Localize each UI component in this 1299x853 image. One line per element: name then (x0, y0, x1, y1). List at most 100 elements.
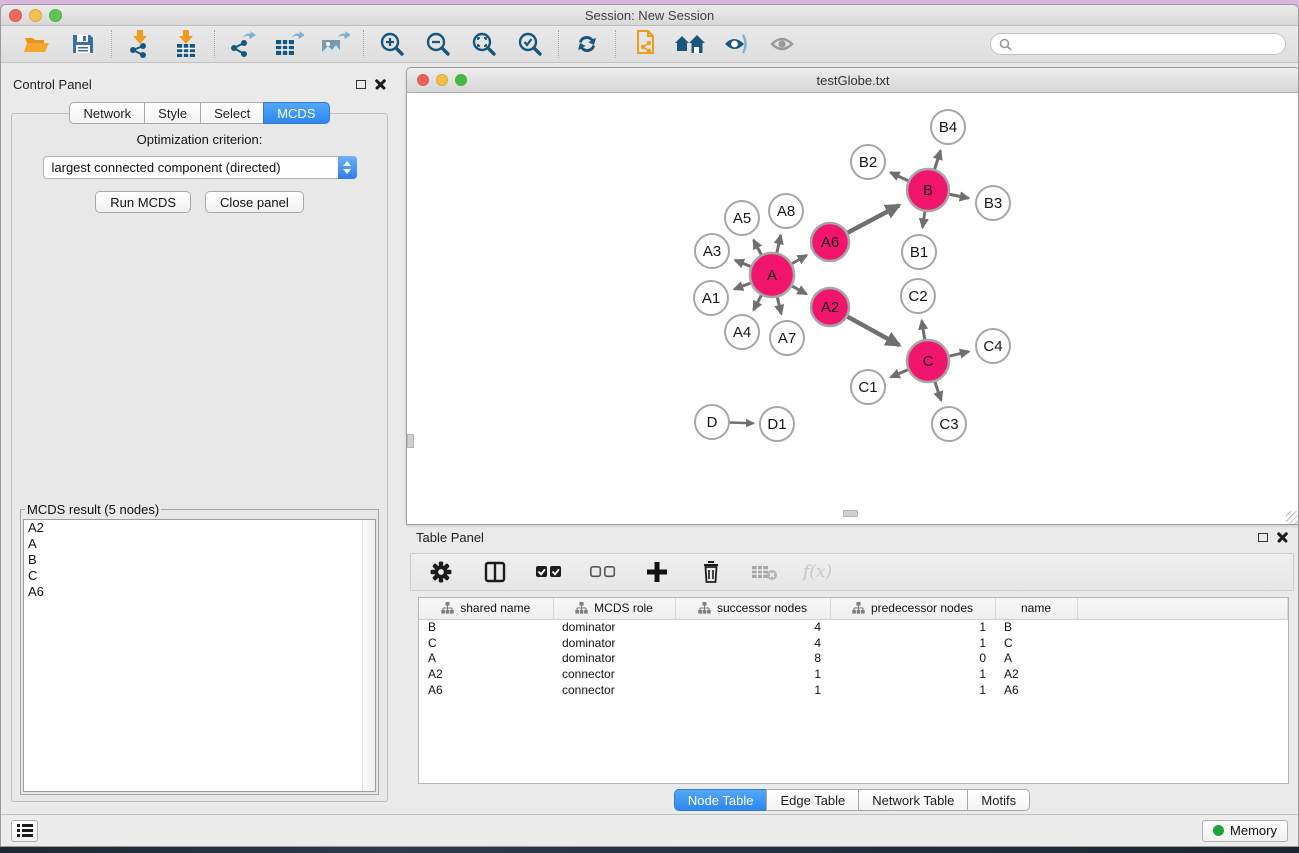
list-scrollbar[interactable] (362, 520, 375, 791)
search-input[interactable] (1017, 37, 1277, 51)
tab-select[interactable]: Select (200, 102, 264, 124)
table-cell[interactable]: C (995, 635, 1077, 651)
add-column-icon[interactable] (641, 557, 673, 587)
table-cell[interactable]: B (995, 619, 1077, 635)
graph-edge-A6-B[interactable] (847, 205, 899, 233)
table-cell[interactable]: A6 (419, 682, 553, 698)
graph-edge-A-A6[interactable] (791, 255, 807, 264)
refresh-icon[interactable] (571, 29, 603, 59)
column-header-name[interactable]: name (995, 598, 1077, 619)
graph-edge-D-D1[interactable] (729, 423, 754, 424)
optimization-criterion-dropdown[interactable]: largest connected component (directed) (43, 156, 357, 179)
run-mcds-button[interactable]: Run MCDS (95, 191, 191, 213)
table-cell[interactable]: 1 (675, 666, 830, 682)
tab-network[interactable]: Network (69, 102, 145, 124)
graph-edge-A-A2[interactable] (791, 286, 806, 294)
close-table-panel-icon[interactable] (1277, 532, 1288, 543)
graph-edge-B-B1[interactable] (923, 211, 925, 228)
column-header-MCDS-role[interactable]: MCDS role (553, 598, 675, 619)
zoom-in-icon[interactable] (376, 29, 408, 59)
table-cell[interactable]: 1 (675, 682, 830, 698)
import-network-icon[interactable] (124, 29, 156, 59)
mcds-result-item[interactable]: B (24, 552, 375, 568)
mcds-result-item[interactable]: C (24, 568, 375, 584)
table-cell[interactable]: 0 (830, 651, 995, 667)
graph-edge-C-C4[interactable] (948, 352, 968, 357)
table-cell[interactable]: 8 (675, 651, 830, 667)
deselect-all-rows-icon[interactable] (587, 557, 619, 587)
tab-network-table[interactable]: Network Table (858, 789, 968, 811)
graph-edge-A-A5[interactable] (754, 240, 762, 256)
table-row[interactable]: A6connector11A6 (419, 682, 1288, 698)
export-network-icon[interactable] (227, 29, 259, 59)
delete-column-icon[interactable] (695, 557, 727, 587)
column-header-predecessor-nodes[interactable]: predecessor nodes (830, 598, 995, 619)
open-file-icon[interactable] (21, 29, 53, 59)
graph-edge-A2-C[interactable] (847, 316, 900, 345)
clone-network-icon[interactable] (628, 29, 660, 59)
search-field[interactable] (990, 33, 1286, 55)
table-cell[interactable]: A (419, 651, 553, 667)
column-header-shared-name[interactable]: shared name (419, 598, 553, 619)
graph-edge-B-B2[interactable] (890, 172, 908, 181)
column-header-successor-nodes[interactable]: successor nodes (675, 598, 830, 619)
float-panel-icon[interactable] (356, 80, 366, 89)
canvas-vertical-scrollbar[interactable] (407, 434, 414, 448)
canvas-horizontal-scrollbar[interactable] (843, 510, 858, 517)
table-cell[interactable]: A (995, 651, 1077, 667)
import-table-icon[interactable] (170, 29, 202, 59)
graph-edge-A-A1[interactable] (734, 283, 751, 289)
graph-edge-C-C1[interactable] (891, 369, 909, 377)
table-row[interactable]: A2connector11A2 (419, 666, 1288, 682)
table-cell[interactable]: connector (553, 666, 675, 682)
table-cell[interactable]: connector (553, 682, 675, 698)
tab-style[interactable]: Style (144, 102, 201, 124)
mcds-result-item[interactable]: A2 (24, 520, 375, 536)
table-row[interactable]: Bdominator41B (419, 619, 1288, 635)
tab-edge-table[interactable]: Edge Table (766, 789, 859, 811)
close-panel-button[interactable]: Close panel (205, 191, 304, 213)
graph-edge-A-A8[interactable] (777, 235, 781, 253)
table-cell[interactable]: 1 (830, 635, 995, 651)
zoom-selected-icon[interactable] (514, 29, 546, 59)
table-cell[interactable]: 4 (675, 619, 830, 635)
float-table-panel-icon[interactable] (1258, 533, 1268, 542)
network-canvas[interactable]: AA1A2A3A4A5A6A7A8BB1B2B3B4CC1C2C3C4DD1 (407, 93, 1299, 524)
tab-node-table[interactable]: Node Table (674, 789, 768, 811)
table-cell[interactable]: dominator (553, 619, 675, 635)
export-table-icon[interactable] (273, 29, 305, 59)
table-cell[interactable]: C (419, 635, 553, 651)
window-resize-grip[interactable] (1286, 511, 1299, 524)
mcds-result-list[interactable]: A2ABCA6 (23, 519, 376, 792)
zoom-fit-icon[interactable] (468, 29, 500, 59)
table-cell[interactable]: A2 (419, 666, 553, 682)
graph-edge-A-A7[interactable] (777, 296, 781, 313)
memory-button[interactable]: Memory (1202, 820, 1288, 842)
table-settings-gear-icon[interactable] (425, 557, 457, 587)
table-cell[interactable]: 4 (675, 635, 830, 651)
export-image-icon[interactable] (319, 29, 351, 59)
select-all-rows-icon[interactable] (533, 557, 565, 587)
network-graph[interactable]: AA1A2A3A4A5A6A7A8BB1B2B3B4CC1C2C3C4DD1 (407, 93, 1299, 524)
tab-mcds[interactable]: MCDS (263, 102, 329, 124)
table-cell[interactable]: B (419, 619, 553, 635)
show-hide-graphics-icon[interactable] (720, 29, 752, 59)
close-panel-icon[interactable] (375, 79, 386, 90)
table-cell[interactable]: dominator (553, 635, 675, 651)
zoom-out-icon[interactable] (422, 29, 454, 59)
mcds-result-item[interactable]: A6 (24, 584, 375, 600)
graph-edge-B-B4[interactable] (934, 151, 940, 170)
table-cell[interactable]: A6 (995, 682, 1077, 698)
graph-edge-B-B3[interactable] (949, 194, 969, 198)
first-neighbors-icon[interactable] (674, 29, 706, 59)
mcds-result-item[interactable]: A (24, 536, 375, 552)
table-cell[interactable]: 1 (830, 666, 995, 682)
select-columns-icon[interactable] (479, 557, 511, 587)
task-history-button[interactable] (11, 820, 38, 842)
table-cell[interactable]: A2 (995, 666, 1077, 682)
tab-motifs[interactable]: Motifs (967, 789, 1030, 811)
graph-edge-A-A3[interactable] (735, 260, 752, 267)
save-session-icon[interactable] (67, 29, 99, 59)
hide-graphics-icon[interactable] (766, 29, 798, 59)
table-cell[interactable]: 1 (830, 682, 995, 698)
